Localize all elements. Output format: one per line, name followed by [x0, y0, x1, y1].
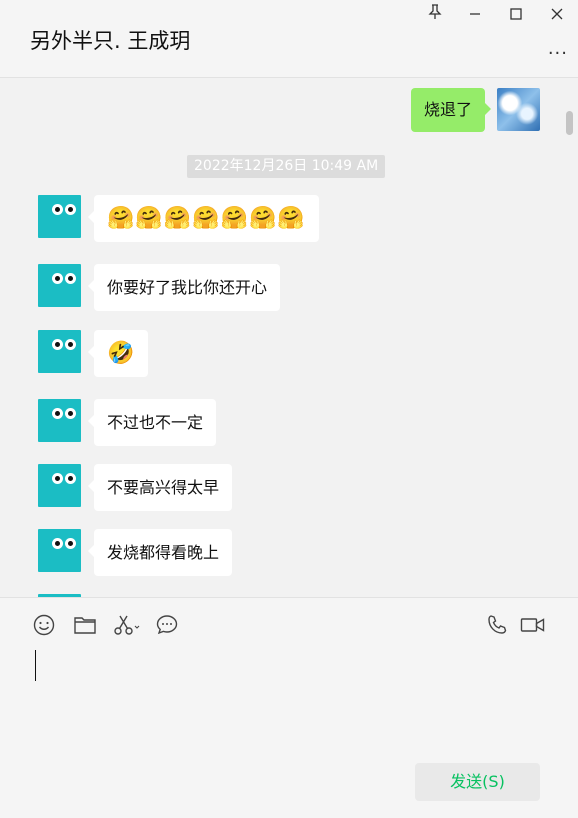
close-icon[interactable] — [546, 4, 568, 26]
emoji-text: 🤗🤗🤗🤗🤗🤗🤗 — [107, 206, 306, 231]
message-input[interactable] — [35, 650, 36, 681]
phone-icon[interactable] — [485, 613, 509, 637]
emoji-icon[interactable] — [32, 613, 56, 637]
message-timestamp: 2022年12月26日 10:49 AM — [187, 155, 386, 178]
more-options-icon[interactable]: ... — [548, 38, 568, 59]
contact-avatar[interactable] — [38, 195, 81, 238]
chat-history-icon[interactable] — [155, 613, 179, 637]
minimize-icon[interactable] — [464, 4, 486, 26]
video-call-icon[interactable] — [520, 613, 546, 637]
contact-avatar[interactable] — [38, 264, 81, 307]
incoming-message: 🤣 — [38, 330, 149, 377]
my-avatar[interactable] — [497, 88, 540, 131]
emoji-text: 🤣 — [107, 341, 136, 366]
incoming-message: 不要高兴得太早 — [38, 464, 233, 511]
incoming-message: 你要好了我比你还开心 — [38, 264, 281, 311]
scrollbar[interactable] — [566, 111, 573, 135]
pin-icon[interactable] — [424, 4, 446, 26]
incoming-bubble[interactable]: 你要好了我比你还开心 — [87, 264, 281, 311]
contact-avatar[interactable] — [38, 330, 81, 373]
input-area: 发送(S) — [0, 597, 578, 818]
incoming-message: 🤗🤗🤗🤗🤗🤗🤗 — [38, 195, 319, 242]
incoming-bubble[interactable]: 🤗🤗🤗🤗🤗🤗🤗 — [88, 195, 319, 242]
folder-icon[interactable] — [73, 613, 97, 637]
maximize-icon[interactable] — [505, 4, 527, 26]
contact-avatar[interactable] — [38, 464, 81, 507]
outgoing-bubble[interactable]: 烧退了 — [410, 88, 492, 132]
contact-avatar[interactable] — [38, 399, 81, 442]
send-button[interactable]: 发送(S) — [415, 763, 540, 801]
incoming-message: 不过也不一定 — [38, 399, 217, 446]
incoming-bubble[interactable]: 🤣 — [87, 330, 149, 377]
incoming-bubble[interactable]: 发烧都得看晚上 — [87, 529, 233, 576]
chat-title: 另外半只. 王成玥 — [30, 29, 191, 53]
chat-header: 另外半只. 王成玥 ... — [0, 0, 578, 78]
incoming-message: 发烧都得看晚上 — [38, 529, 233, 576]
contact-avatar[interactable] — [38, 529, 81, 572]
scissors-icon[interactable] — [113, 613, 141, 637]
message-list[interactable]: 烧退了 2022年12月26日 10:49 AM 🤗🤗🤗🤗🤗🤗🤗 你要好了我比你… — [0, 78, 578, 597]
incoming-bubble[interactable]: 不过也不一定 — [87, 399, 217, 446]
outgoing-message: 烧退了 — [410, 88, 540, 132]
incoming-bubble[interactable]: 不要高兴得太早 — [87, 464, 233, 511]
